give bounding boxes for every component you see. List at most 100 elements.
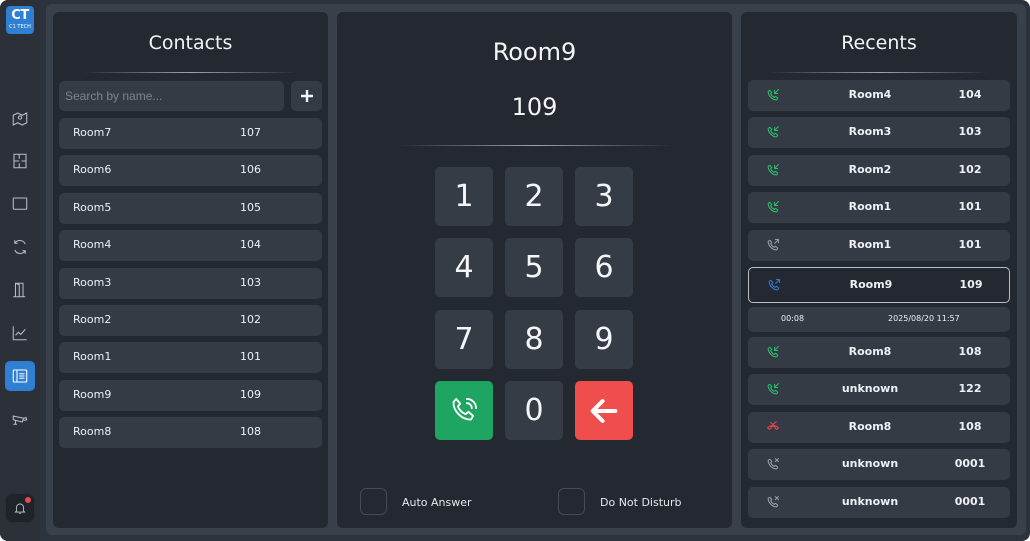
key-2[interactable]: 2 xyxy=(505,167,563,226)
arrow-left-icon xyxy=(590,398,618,423)
add-contact-button[interactable] xyxy=(291,81,322,111)
contact-name: Room2 xyxy=(73,313,112,326)
recent-call-number: 104 xyxy=(958,88,982,101)
contact-name: Room5 xyxy=(73,200,112,214)
key-5[interactable]: 5 xyxy=(505,238,563,298)
door-icon xyxy=(13,282,26,298)
intercom-icon xyxy=(12,369,28,383)
recent-call-name: Room8 xyxy=(848,345,892,358)
key-0[interactable]: 0 xyxy=(505,381,563,440)
auto-answer-label: Auto Answer xyxy=(402,496,472,509)
outgoing-call-icon xyxy=(767,238,779,250)
recent-call-row[interactable]: Room9 109 xyxy=(748,267,1010,303)
recent-call-row[interactable]: Room4 104 xyxy=(748,80,1010,111)
rejected-call-icon xyxy=(767,495,779,507)
recent-call-row[interactable]: Room1 101 xyxy=(748,229,1010,261)
sync-icon xyxy=(14,239,26,255)
recents-panel: Recents Room4 104 Room3 103 Room2 102 Room1 101… xyxy=(741,12,1017,528)
sidebar-item-door[interactable] xyxy=(5,275,35,305)
recent-call-name: unknown xyxy=(841,494,899,508)
dialer-number: 109 xyxy=(511,93,558,121)
incoming-call-icon xyxy=(767,346,779,358)
contact-name: Room6 xyxy=(73,163,112,177)
recent-call-row[interactable]: Room3 103 xyxy=(748,117,1010,149)
sidebar-item-screen[interactable] xyxy=(5,189,35,219)
dialer-name: Room9 xyxy=(492,38,577,66)
recent-call-number: 108 xyxy=(958,345,982,358)
contact-row[interactable]: Room9 109 xyxy=(59,379,322,411)
recent-call-name: Room8 xyxy=(848,419,892,433)
do-not-disturb-label: Do Not Disturb xyxy=(600,496,682,509)
contact-name: Room8 xyxy=(73,425,112,439)
key-7[interactable]: 7 xyxy=(435,309,493,369)
incoming-call-icon xyxy=(767,201,779,213)
plus-icon xyxy=(300,90,313,102)
contact-row[interactable]: Room1 101 xyxy=(59,342,322,374)
recent-call-name: unknown xyxy=(841,457,899,471)
auto-answer-checkbox[interactable] xyxy=(360,488,387,515)
recent-call-number: 101 xyxy=(958,237,982,251)
contact-row[interactable]: Room5 105 xyxy=(59,192,322,224)
recent-call-name: unknown xyxy=(841,382,899,396)
contact-row[interactable]: Room7 107 xyxy=(59,118,322,149)
contact-row[interactable]: Room8 108 xyxy=(59,417,322,449)
recent-call-row[interactable]: unknown 122 xyxy=(748,374,1010,406)
recent-call-row[interactable]: Room8 108 xyxy=(748,411,1010,443)
sidebar-item-camera[interactable] xyxy=(5,404,35,434)
sidebar-item-floor-plan[interactable] xyxy=(5,146,35,176)
outgoing-call-icon xyxy=(768,279,780,291)
contact-number: 104 xyxy=(240,238,261,252)
recent-call-row[interactable]: unknown 0001 xyxy=(748,449,1010,481)
key-3[interactable]: 3 xyxy=(575,167,633,226)
notification-badge xyxy=(25,497,31,503)
contact-number: 107 xyxy=(240,126,261,139)
recent-call-number: 0001 xyxy=(954,494,986,508)
brand-logo: CT C1 TECH xyxy=(6,6,34,34)
recent-call-name: Room1 xyxy=(848,200,892,214)
recent-call-number: 109 xyxy=(959,278,983,291)
contact-row[interactable]: Room2 102 xyxy=(59,305,322,336)
contact-row[interactable]: Room3 103 xyxy=(59,267,322,299)
recent-call-name: Room1 xyxy=(848,237,892,251)
bell-icon xyxy=(14,503,26,514)
key-8[interactable]: 8 xyxy=(505,309,563,369)
contacts-title: Contacts xyxy=(148,32,233,54)
sidebar-item-map[interactable] xyxy=(5,104,35,134)
contact-number: 101 xyxy=(240,350,261,364)
key-1[interactable]: 1 xyxy=(435,167,493,226)
logo-subtext: C1 TECH xyxy=(9,24,31,30)
do-not-disturb-checkbox[interactable] xyxy=(558,488,585,515)
sidebar-item-sync[interactable] xyxy=(5,232,35,262)
recent-call-row[interactable]: unknown 0001 xyxy=(748,486,1010,518)
notifications-button[interactable] xyxy=(6,494,34,522)
key-9[interactable]: 9 xyxy=(575,309,633,369)
sidebar-item-chart[interactable] xyxy=(5,318,35,348)
contact-number: 106 xyxy=(240,163,261,177)
floor-plan-icon xyxy=(13,153,27,169)
recent-call-number: 103 xyxy=(958,125,982,139)
search-input[interactable] xyxy=(59,81,284,111)
key-4[interactable]: 4 xyxy=(435,238,493,298)
incoming-call-icon xyxy=(767,126,779,138)
recent-call-number: 122 xyxy=(958,382,982,396)
contact-row[interactable]: Room6 106 xyxy=(59,155,322,187)
recent-call-number: 108 xyxy=(958,419,982,433)
recent-call-row[interactable]: Room2 102 xyxy=(748,154,1010,186)
recent-call-row[interactable]: Room8 108 xyxy=(748,337,1010,368)
contact-number: 109 xyxy=(240,387,261,401)
incoming-call-icon xyxy=(767,383,779,395)
app-window: CT C1 TECH Contacts Search by name... Ro… xyxy=(0,0,1030,541)
key-6[interactable]: 6 xyxy=(575,238,633,298)
contact-row[interactable]: Room4 104 xyxy=(59,230,322,262)
recent-call-row[interactable]: Room1 101 xyxy=(748,192,1010,224)
recent-call-number: 101 xyxy=(958,200,982,214)
call-button[interactable] xyxy=(435,381,493,440)
phone-icon xyxy=(452,397,477,420)
call-duration: 00:08 xyxy=(781,314,805,323)
sidebar-item-intercom[interactable] xyxy=(5,361,35,391)
recent-call-number: 102 xyxy=(958,162,982,176)
contact-name: Room9 xyxy=(73,387,112,401)
screen-icon xyxy=(12,197,28,210)
backspace-button[interactable] xyxy=(575,381,633,440)
contacts-divider xyxy=(83,72,298,73)
